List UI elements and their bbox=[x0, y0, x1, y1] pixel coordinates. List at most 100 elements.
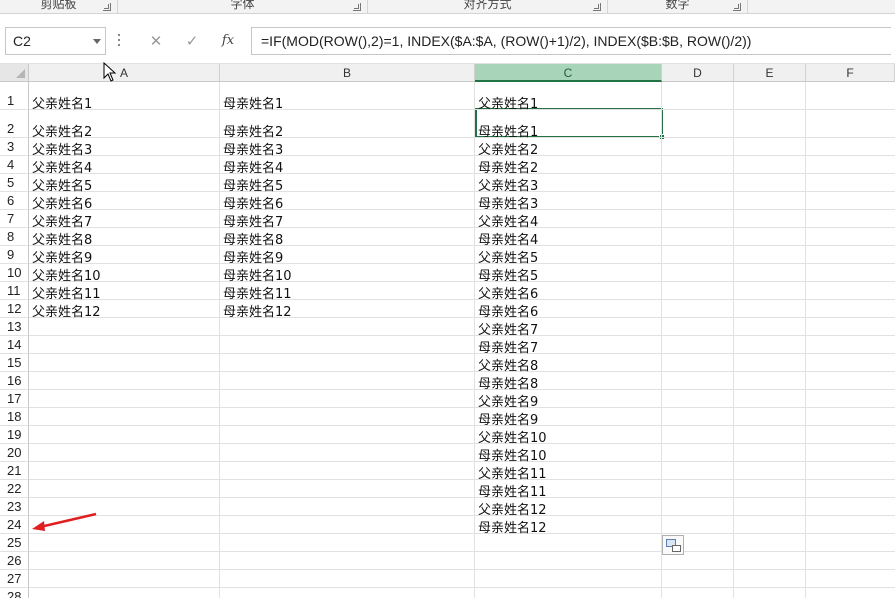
row-header-23[interactable]: 23 bbox=[0, 498, 29, 516]
cell-col-b[interactable]: 母亲姓名4 bbox=[220, 157, 283, 176]
row-header-13[interactable]: 13 bbox=[0, 318, 29, 336]
cell-col-c[interactable]: 父亲姓名1 bbox=[475, 93, 538, 112]
cell-col-a[interactable]: 父亲姓名9 bbox=[29, 247, 92, 266]
cell-col-c[interactable]: 母亲姓名9 bbox=[475, 409, 538, 428]
gridline bbox=[29, 551, 895, 552]
row-header-18[interactable]: 18 bbox=[0, 408, 29, 426]
cell-col-a[interactable]: 父亲姓名2 bbox=[29, 121, 92, 140]
cell-col-a[interactable]: 父亲姓名4 bbox=[29, 157, 92, 176]
row-header-14[interactable]: 14 bbox=[0, 336, 29, 354]
cell-col-b[interactable]: 母亲姓名7 bbox=[220, 211, 283, 230]
cell-col-b[interactable]: 母亲姓名3 bbox=[220, 139, 283, 158]
column-header-f[interactable]: F bbox=[806, 64, 895, 82]
row-header-12[interactable]: 12 bbox=[0, 300, 29, 318]
cell-col-c[interactable]: 母亲姓名4 bbox=[475, 229, 538, 248]
row-header-9[interactable]: 9 bbox=[0, 246, 29, 264]
row-header-17[interactable]: 17 bbox=[0, 390, 29, 408]
cell-col-c[interactable]: 父亲姓名8 bbox=[475, 355, 538, 374]
insert-function-icon[interactable]: fx bbox=[216, 29, 240, 53]
cell-col-c[interactable]: 父亲姓名6 bbox=[475, 283, 538, 302]
cell-col-b[interactable]: 母亲姓名10 bbox=[220, 265, 292, 284]
row-header-8[interactable]: 8 bbox=[0, 228, 29, 246]
cell-col-c[interactable]: 父亲姓名2 bbox=[475, 139, 538, 158]
row-header-10[interactable]: 10 bbox=[0, 264, 29, 282]
check-icon[interactable]: ✓ bbox=[180, 29, 204, 53]
cell-col-c[interactable]: 母亲姓名7 bbox=[475, 337, 538, 356]
cell-col-c[interactable]: 母亲姓名6 bbox=[475, 301, 538, 320]
gridline bbox=[29, 227, 895, 228]
cell-col-a[interactable]: 父亲姓名1 bbox=[29, 93, 92, 112]
column-header-b[interactable]: B bbox=[220, 64, 475, 82]
vertical-dots-icon[interactable] bbox=[118, 34, 121, 48]
cell-col-c[interactable]: 父亲姓名7 bbox=[475, 319, 538, 338]
cell-col-b[interactable]: 母亲姓名9 bbox=[220, 247, 283, 266]
cell-col-a[interactable]: 父亲姓名3 bbox=[29, 139, 92, 158]
column-header-e[interactable]: E bbox=[734, 64, 806, 82]
cell-col-c[interactable]: 父亲姓名3 bbox=[475, 175, 538, 194]
row-header-27[interactable]: 27 bbox=[0, 570, 29, 588]
cell-col-b[interactable]: 母亲姓名6 bbox=[220, 193, 283, 212]
row-header-20[interactable]: 20 bbox=[0, 444, 29, 462]
row-header-5[interactable]: 5 bbox=[0, 174, 29, 192]
column-header-d[interactable]: D bbox=[662, 64, 734, 82]
cell-col-c[interactable]: 母亲姓名3 bbox=[475, 193, 538, 212]
cell-col-c[interactable]: 父亲姓名5 bbox=[475, 247, 538, 266]
column-header-a[interactable]: A bbox=[29, 64, 220, 82]
cell-col-b[interactable]: 母亲姓名11 bbox=[220, 283, 292, 302]
dialog-launcher-icon[interactable] bbox=[103, 3, 111, 11]
row-header-6[interactable]: 6 bbox=[0, 192, 29, 210]
name-box[interactable]: C2 bbox=[5, 27, 106, 55]
gridline bbox=[29, 109, 895, 110]
dialog-launcher-icon[interactable] bbox=[733, 3, 741, 11]
dialog-launcher-icon[interactable] bbox=[593, 3, 601, 11]
cell-col-a[interactable]: 父亲姓名7 bbox=[29, 211, 92, 230]
row-header-4[interactable]: 4 bbox=[0, 156, 29, 174]
cell-col-b[interactable]: 母亲姓名12 bbox=[220, 301, 292, 320]
cell-col-a[interactable]: 父亲姓名10 bbox=[29, 265, 101, 284]
row-header-22[interactable]: 22 bbox=[0, 480, 29, 498]
cell-col-c[interactable]: 父亲姓名11 bbox=[475, 463, 547, 482]
cell-col-c[interactable]: 父亲姓名10 bbox=[475, 427, 547, 446]
column-header-c[interactable]: C bbox=[475, 64, 662, 82]
cell-col-a[interactable]: 父亲姓名11 bbox=[29, 283, 101, 302]
cell-col-a[interactable]: 父亲姓名12 bbox=[29, 301, 101, 320]
row-header-21[interactable]: 21 bbox=[0, 462, 29, 480]
cell-col-b[interactable]: 母亲姓名8 bbox=[220, 229, 283, 248]
formula-input[interactable]: =IF(MOD(ROW(),2)=1, INDEX($A:$A, (ROW()+… bbox=[251, 27, 891, 55]
row-header-15[interactable]: 15 bbox=[0, 354, 29, 372]
row-header-1[interactable]: 1 bbox=[0, 82, 29, 110]
dialog-launcher-icon[interactable] bbox=[353, 3, 361, 11]
cell-col-a[interactable]: 父亲姓名6 bbox=[29, 193, 92, 212]
row-header-26[interactable]: 26 bbox=[0, 552, 29, 570]
cell-col-c[interactable]: 父亲姓名9 bbox=[475, 391, 538, 410]
cell-col-c[interactable]: 母亲姓名12 bbox=[475, 517, 547, 536]
cell-col-c[interactable]: 母亲姓名11 bbox=[475, 481, 547, 500]
row-header-11[interactable]: 11 bbox=[0, 282, 29, 300]
cell-col-a[interactable]: 父亲姓名8 bbox=[29, 229, 92, 248]
row-header-2[interactable]: 2 bbox=[0, 110, 29, 138]
row-header-16[interactable]: 16 bbox=[0, 372, 29, 390]
row-header-7[interactable]: 7 bbox=[0, 210, 29, 228]
cell-col-a[interactable]: 父亲姓名5 bbox=[29, 175, 92, 194]
cell-col-c[interactable]: 父亲姓名12 bbox=[475, 499, 547, 518]
select-all-button[interactable] bbox=[0, 64, 29, 82]
cell-col-c[interactable]: 母亲姓名8 bbox=[475, 373, 538, 392]
row-header-24[interactable]: 24 bbox=[0, 516, 29, 534]
row-header-3[interactable]: 3 bbox=[0, 138, 29, 156]
cell-col-b[interactable]: 母亲姓名1 bbox=[220, 93, 283, 112]
cell-col-b[interactable]: 母亲姓名5 bbox=[220, 175, 283, 194]
mouse-cursor-icon bbox=[103, 62, 117, 82]
cell-col-c[interactable]: 母亲姓名2 bbox=[475, 157, 538, 176]
chevron-down-icon[interactable] bbox=[93, 39, 101, 44]
cell-col-c[interactable]: 母亲姓名5 bbox=[475, 265, 538, 284]
row-header-25[interactable]: 25 bbox=[0, 534, 29, 552]
cell-area[interactable]: 父亲姓名1 父亲姓名2 父亲姓名3 父亲姓名4 父亲姓名5 父亲姓名6 父亲姓名7 父亲姓名8… bbox=[29, 82, 895, 598]
quick-analysis-icon[interactable] bbox=[662, 535, 684, 555]
row-header-19[interactable]: 19 bbox=[0, 426, 29, 444]
cell-col-c[interactable]: 母亲姓名10 bbox=[475, 445, 547, 464]
cell-col-b[interactable]: 母亲姓名2 bbox=[220, 121, 283, 140]
cell-col-c[interactable]: 母亲姓名1 bbox=[475, 121, 538, 140]
close-icon[interactable]: ✕ bbox=[144, 29, 168, 53]
cell-col-c[interactable]: 父亲姓名4 bbox=[475, 211, 538, 230]
row-header-28[interactable]: 28 bbox=[0, 588, 29, 598]
